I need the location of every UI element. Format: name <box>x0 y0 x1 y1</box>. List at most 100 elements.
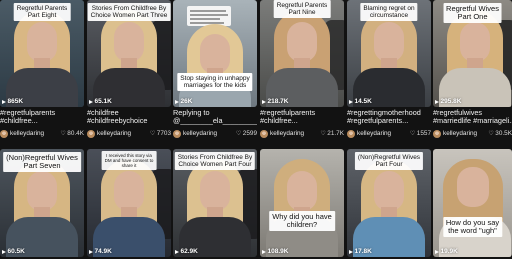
like-count-label: 80.4K <box>67 130 84 137</box>
video-thumbnail[interactable]: Regretful Wives Part One 295.8K <box>433 0 512 107</box>
view-count-label: 62.9K <box>180 248 198 255</box>
view-count: 26K <box>175 98 192 105</box>
avatar[interactable] <box>260 129 268 138</box>
view-count: 865K <box>2 98 23 105</box>
view-count-label: 74.9K <box>94 248 112 255</box>
avatar[interactable] <box>0 129 8 138</box>
video-description[interactable]: Replying to @________ela__________... <box>173 109 257 126</box>
heart-icon: ♡ <box>149 131 156 137</box>
view-count: 14.5K <box>349 98 372 105</box>
view-count-label: 14.5K <box>354 98 372 105</box>
video-caption: Stories From Childfree By Choice Women P… <box>87 3 171 21</box>
author-name[interactable]: kelleydaring <box>357 130 410 137</box>
view-count: 62.9K <box>175 248 198 255</box>
avatar[interactable] <box>347 129 355 138</box>
video-thumbnail[interactable]: Stories From Childfree By Choice Women P… <box>87 0 171 107</box>
caption-line: I received this story via <box>106 152 152 158</box>
video-thumbnail[interactable]: Regretful Parents Part Nine 218.7K <box>260 0 344 107</box>
video-grid: Regretful Parents Part Eight 865K #regre… <box>0 0 512 259</box>
play-icon <box>349 99 353 104</box>
video-caption: Stories From Childfree By Choice Women P… <box>174 152 256 170</box>
video-meta: kelleydaring ♡ 80.4K <box>0 129 84 138</box>
like-count: ♡ 21.7K <box>320 130 344 137</box>
view-count-label: 19.9K <box>440 248 458 255</box>
play-icon <box>175 99 179 104</box>
desc-line: #childfreebychoice <box>87 116 148 126</box>
like-count-label: 2599 <box>242 130 257 137</box>
caption-line: Part Nine <box>288 9 316 16</box>
video-caption: Why did you have children? <box>269 211 335 231</box>
play-icon <box>89 249 93 254</box>
author-name[interactable]: kelleydaring <box>270 130 320 137</box>
video-caption: Stop staying in unhappy marriages for th… <box>177 73 253 91</box>
view-count: 218.7K <box>262 98 288 105</box>
video-thumbnail[interactable]: Blaming regret on circumstance 14.5K <box>347 0 431 107</box>
video-caption: How do you say the word "ugh" <box>442 217 503 237</box>
video-thumbnail[interactable]: Stories From Childfree By Choice Women P… <box>173 149 257 257</box>
caption-line: circumstance <box>369 12 409 19</box>
like-count-label: 30.5K <box>495 130 512 137</box>
caption-line: children? <box>286 220 318 229</box>
screenshot-note <box>187 6 231 26</box>
heart-icon: ♡ <box>60 131 66 137</box>
like-count-label: 21.7K <box>327 130 344 137</box>
avatar[interactable] <box>173 129 181 138</box>
video-caption: (Non)Regretful Wives Part Seven <box>3 152 81 172</box>
author-name[interactable]: kelleydaring <box>10 130 60 137</box>
video-thumbnail[interactable]: How do you say the word "ugh" 19.9K <box>433 149 512 257</box>
like-count-label: 1557 <box>416 130 431 137</box>
video-caption: Regretful Parents Part Eight <box>13 3 71 21</box>
avatar[interactable] <box>87 129 95 138</box>
video-thumbnail[interactable]: Regretful Parents Part Eight 865K <box>0 0 84 107</box>
view-count: 60.5K <box>2 248 25 255</box>
video-description[interactable]: #childfree #childfreebychoice <box>87 109 171 126</box>
video-caption: (Non)Regretful Wives Part Four <box>354 152 424 170</box>
view-count-label: 17.8K <box>354 248 372 255</box>
view-count-label: 218.7K <box>267 98 289 105</box>
caption-line: Part Eight <box>27 12 57 19</box>
video-thumbnail[interactable]: Why did you have children? 108.9K <box>260 149 344 257</box>
heart-icon: ♡ <box>320 131 326 137</box>
caption-line: (Non)Regretful Wives <box>357 153 421 161</box>
author-name[interactable]: kelleydaring <box>97 130 150 137</box>
play-icon <box>175 249 179 254</box>
caption-line: share it <box>121 162 137 168</box>
video-description[interactable]: #regretfulparents #childfree... <box>0 109 84 126</box>
video-description[interactable]: #regretfulparents #childfree... <box>260 109 344 126</box>
video-thumbnail[interactable]: Stop staying in unhappy marriages for th… <box>173 0 257 107</box>
caption-line: Stop staying in unhappy <box>180 74 250 82</box>
caption-line: Part Seven <box>23 161 61 170</box>
view-count: 17.8K <box>349 248 372 255</box>
heart-icon: ♡ <box>235 131 242 137</box>
avatar[interactable] <box>433 129 441 138</box>
video-thumbnail[interactable]: (Non)Regretful Wives Part Four 17.8K <box>347 149 431 257</box>
video-meta: kelleydaring ♡ 2599 <box>173 129 257 138</box>
view-count-label: 26K <box>180 98 193 105</box>
view-count-label: 295.8K <box>440 98 462 105</box>
view-count-label: 65.1K <box>94 98 112 105</box>
view-count-label: 60.5K <box>7 248 25 255</box>
video-meta: kelleydaring ♡ 1557 <box>347 129 431 138</box>
view-count: 19.9K <box>435 248 458 255</box>
caption-line: Choice Women Part Four <box>178 161 252 168</box>
like-count: ♡ 7703 <box>150 130 171 137</box>
like-count-label: 7703 <box>156 130 171 137</box>
video-description[interactable]: #regretfulwives #marriedlife #marriageli… <box>433 109 512 126</box>
caption-line: Regretful Parents <box>276 1 328 9</box>
author-name[interactable]: kelleydaring <box>443 130 488 137</box>
video-thumbnail[interactable]: (Non)Regretful Wives Part Seven 60.5K <box>0 149 84 257</box>
caption-line: Stories From Childfree By <box>91 4 167 12</box>
author-name[interactable]: kelleydaring <box>183 130 236 137</box>
dm-notice: I received this story via DM and have co… <box>101 151 157 170</box>
video-caption: Blaming regret on circumstance <box>360 3 418 21</box>
caption-line: marriages for the kids <box>183 82 247 89</box>
play-icon <box>349 249 353 254</box>
video-description[interactable]: #regrettingmotherhood #regretfulparents.… <box>347 109 431 126</box>
like-count: ♡ 2599 <box>236 130 257 137</box>
like-count: ♡ 30.5K <box>488 130 512 137</box>
caption-line: Choice Women Part Three <box>90 12 168 19</box>
desc-line: #regretfulparents... <box>347 116 409 126</box>
play-icon <box>2 249 6 254</box>
video-thumbnail[interactable]: I received this story via DM and have co… <box>87 149 171 257</box>
heart-icon: ♡ <box>409 131 416 137</box>
